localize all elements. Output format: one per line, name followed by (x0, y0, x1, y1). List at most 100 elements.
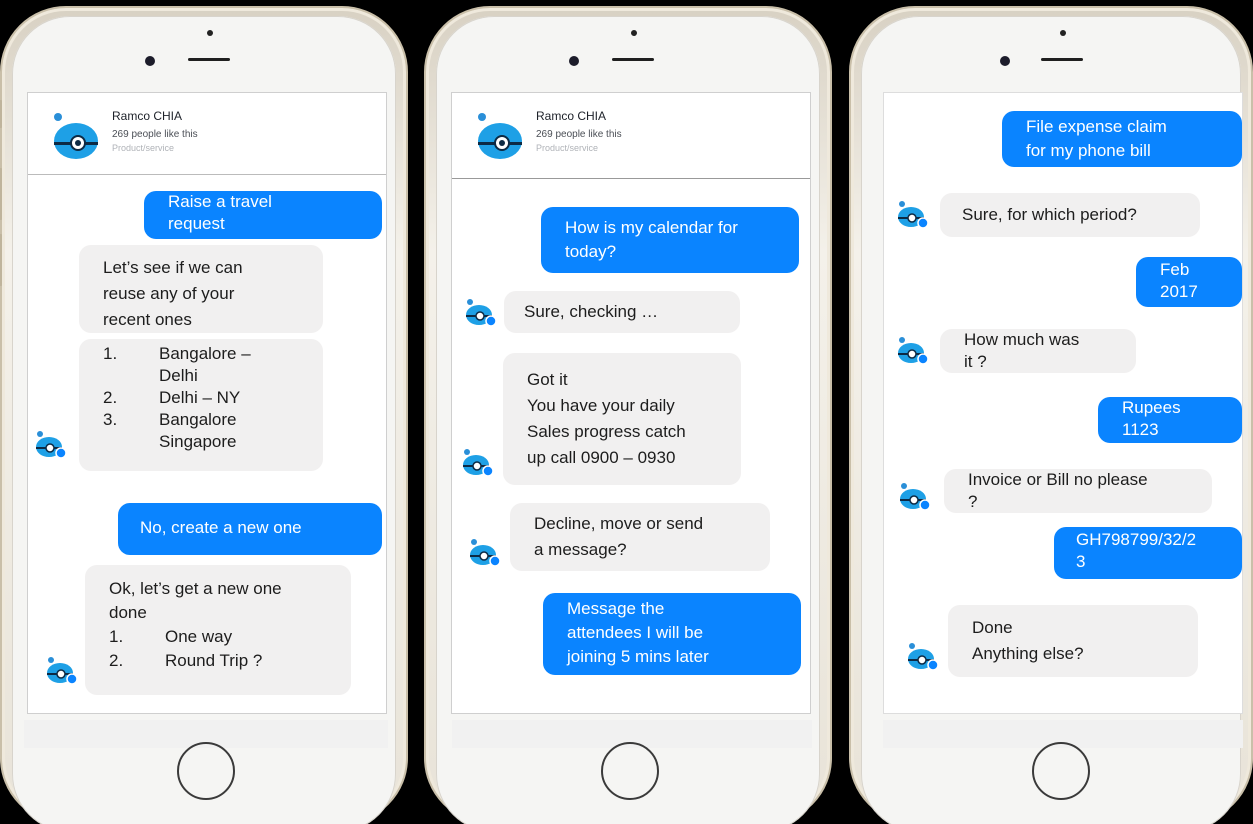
front-sensor (1060, 30, 1066, 36)
robot-avatar-icon (898, 337, 929, 365)
front-camera (1000, 56, 1010, 66)
bot-message: Sure, checking … (504, 291, 740, 333)
user-message: Raise a travel request (144, 191, 382, 239)
message-line: Invoice or Bill no please (968, 470, 1148, 489)
page-likes: 269 people like this (536, 129, 622, 140)
message-line: Decline, move or send (534, 514, 704, 533)
message-line: today? (565, 242, 617, 261)
message-line: Sure, for which period? (962, 205, 1137, 224)
messenger-badge-icon (917, 353, 929, 365)
robot-avatar-icon (36, 431, 67, 459)
message-line: request (168, 214, 225, 233)
user-message: Feb 2017 (1136, 257, 1242, 307)
bot-message: 1. Bangalore – Delhi 2. Delhi – NY 3. Bangal… (79, 339, 323, 471)
message-line: Message the (567, 599, 665, 618)
message-line: How much was (964, 330, 1080, 349)
robot-avatar-icon (470, 539, 501, 567)
messenger-badge-icon (55, 447, 67, 459)
front-sensor (207, 30, 213, 36)
front-camera (145, 56, 155, 66)
home-button[interactable] (1032, 742, 1090, 800)
user-message: How is my calendar for today? (541, 207, 799, 273)
home-button[interactable] (601, 742, 659, 800)
messenger-badge-icon (917, 217, 929, 229)
message-line: Let’s see if we can (103, 258, 243, 277)
message-line: No, create a new one (140, 518, 302, 537)
volume-button (0, 100, 2, 128)
message-line: reuse any of your (103, 284, 235, 303)
bot-message: Got it You have your daily Sales progres… (503, 353, 741, 485)
message-line: Anything else? (972, 644, 1084, 663)
options-list: 1. Bangalore – Delhi 2. Delhi – NY 3. Bangal… (103, 343, 307, 453)
robot-avatar-icon (466, 299, 497, 327)
message-line: You have your daily (527, 396, 675, 415)
robot-avatar-icon (54, 113, 98, 159)
earpiece-speaker (612, 58, 654, 61)
message-line: recent ones (103, 310, 192, 329)
front-camera (569, 56, 579, 66)
message-line: done (109, 603, 147, 622)
robot-avatar-icon (900, 483, 931, 511)
front-sensor (631, 30, 637, 36)
message-line: Rupees (1122, 398, 1181, 417)
list-item: 1. Bangalore – Delhi (103, 344, 251, 385)
message-line: joining 5 mins later (567, 647, 709, 666)
messenger-badge-icon (919, 499, 931, 511)
message-line: Ok, let’s get a new one (109, 579, 282, 598)
bot-message: Ok, let’s get a new one done 1. One way 2… (85, 565, 351, 695)
list-item: 3. Bangalore Singapore (103, 410, 237, 451)
messenger-badge-icon (489, 555, 501, 567)
user-message: Message the attendees I will be joining … (543, 593, 801, 675)
options-list: 1. One way 2. Round Trip ? (109, 625, 335, 673)
user-message: GH798799/32/2 3 (1054, 527, 1242, 579)
chat-screen-2[interactable]: Ramco CHIA 269 people like this Product/… (451, 92, 811, 714)
messenger-badge-icon (485, 315, 497, 327)
page-likes: 269 people like this (112, 129, 198, 140)
message-line: How is my calendar for (565, 218, 738, 237)
message-line: Sales progress catch (527, 422, 686, 441)
robot-avatar-icon (47, 657, 78, 685)
user-message: File expense claim for my phone bill (1002, 111, 1242, 167)
page-category: Product/service (112, 143, 175, 153)
list-item: 2. Delhi – NY (103, 388, 241, 407)
list-item: 1. One way (109, 627, 233, 646)
message-line: Feb (1160, 260, 1190, 279)
message-line: up call 0900 – 0930 (527, 448, 676, 467)
messenger-badge-icon (66, 673, 78, 685)
robot-avatar-icon (908, 643, 939, 671)
user-message: Rupees 1123 (1098, 397, 1242, 443)
bot-message: Done Anything else? (948, 605, 1198, 677)
message-line: for my phone bill (1026, 141, 1151, 160)
message-line: ? (968, 492, 978, 511)
message-line: Sure, checking … (524, 302, 659, 321)
page-category: Product/service (536, 143, 599, 153)
robot-avatar-icon (898, 201, 929, 229)
message-line: Got it (527, 370, 568, 389)
message-line: 3 (1076, 552, 1086, 571)
page-name[interactable]: Ramco CHIA (112, 109, 182, 123)
chat-screen-1[interactable]: Ramco CHIA 269 people like this Product/… (27, 92, 387, 714)
chat-screen-3[interactable]: File expense claim for my phone bill Sur… (883, 92, 1243, 714)
earpiece-speaker (188, 58, 230, 61)
message-line: 1123 (1122, 420, 1159, 439)
bot-message: Invoice or Bill no please ? (944, 469, 1212, 513)
home-button[interactable] (177, 742, 235, 800)
message-line: 2017 (1160, 282, 1198, 301)
message-line: attendees I will be (567, 623, 704, 642)
earpiece-speaker (1041, 58, 1083, 61)
page-name[interactable]: Ramco CHIA (536, 109, 606, 123)
message-line: GH798799/32/2 (1076, 530, 1197, 549)
user-message: No, create a new one (118, 503, 382, 555)
message-line: it ? (964, 352, 987, 371)
volume-button (0, 234, 2, 286)
robot-avatar-icon (463, 449, 494, 477)
messenger-badge-icon (927, 659, 939, 671)
bot-message: How much was it ? (940, 329, 1136, 373)
bot-message: Let’s see if we can reuse any of your re… (79, 245, 323, 333)
message-line: a message? (534, 540, 627, 559)
message-line: File expense claim (1026, 117, 1167, 136)
robot-avatar-icon (478, 113, 522, 159)
message-line: Done (972, 618, 1013, 637)
volume-button (0, 168, 2, 220)
list-item: 2. Round Trip ? (109, 651, 263, 670)
